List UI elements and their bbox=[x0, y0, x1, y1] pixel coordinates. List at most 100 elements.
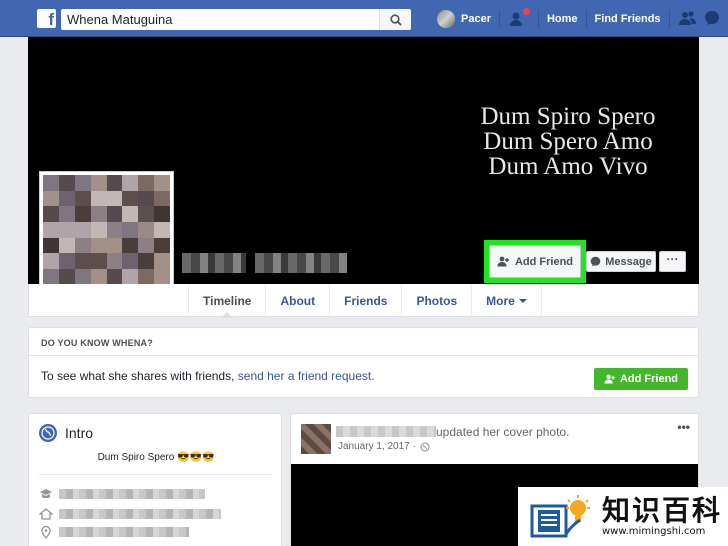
pixel-block bbox=[106, 175, 123, 191]
search-icon bbox=[389, 13, 402, 26]
pixel-block bbox=[58, 253, 75, 269]
tab-about[interactable]: About bbox=[265, 284, 329, 317]
watermark-url: www.mimingshi.com bbox=[602, 526, 706, 537]
tab-friends[interactable]: Friends bbox=[329, 284, 401, 317]
pixel-block bbox=[90, 206, 107, 222]
cover-quote-line: Dum Amo Vivo bbox=[488, 153, 648, 180]
intro-home-pixelated bbox=[59, 509, 221, 519]
intro-bio: Dum Spiro Spero 😎😎😎 bbox=[97, 452, 215, 463]
add-friend-green-button[interactable]: Add Friend bbox=[594, 368, 688, 390]
pixel-block bbox=[43, 190, 59, 207]
nav-right: Pacer Home Find Friends bbox=[437, 0, 726, 37]
intro-title: Intro bbox=[65, 425, 94, 441]
tab-more[interactable]: More bbox=[471, 284, 542, 317]
intro-education-pixelated bbox=[59, 489, 205, 499]
send-friend-request-link[interactable]: send her a friend request. bbox=[238, 369, 375, 383]
pixel-block bbox=[74, 190, 91, 207]
pixel-block bbox=[106, 253, 123, 269]
post-author-avatar[interactable] bbox=[301, 424, 331, 454]
nav-divider bbox=[585, 9, 587, 28]
messenger-icon[interactable] bbox=[704, 10, 726, 28]
find-friends-link[interactable]: Find Friends bbox=[595, 13, 661, 25]
pixel-block bbox=[43, 206, 59, 222]
tab-label: Photos bbox=[416, 293, 458, 308]
globe-icon bbox=[39, 424, 57, 442]
tab-label: About bbox=[280, 293, 316, 308]
tab-label: Timeline bbox=[203, 293, 252, 308]
pixel-block bbox=[154, 190, 170, 207]
tab-label: More bbox=[486, 293, 515, 308]
pixel-block bbox=[138, 237, 155, 254]
cover-quote-line: Dum Spiro Spero bbox=[480, 103, 656, 130]
watermark-brand: 知识百科 bbox=[602, 494, 723, 527]
post-action-text: updated her cover photo. bbox=[436, 425, 570, 439]
pixel-block bbox=[90, 253, 107, 269]
pixel-block bbox=[90, 175, 107, 191]
intro-education-row bbox=[39, 487, 279, 501]
pixel-block bbox=[74, 237, 91, 254]
pixel-block bbox=[138, 253, 155, 269]
pixel-block bbox=[90, 237, 107, 254]
location-pin-icon bbox=[41, 525, 51, 539]
tab-photos[interactable]: Photos bbox=[401, 284, 471, 317]
pixel-block bbox=[138, 190, 155, 207]
profile-name-pixelated bbox=[255, 253, 347, 273]
post-author-name-pixelated bbox=[336, 426, 436, 437]
post-timestamp[interactable]: January 1, 2017 · bbox=[338, 441, 430, 452]
pixel-block bbox=[74, 268, 91, 285]
pixel-block bbox=[106, 206, 123, 222]
nav-divider bbox=[537, 9, 539, 28]
pixel-block bbox=[122, 268, 139, 285]
pixel-block bbox=[106, 268, 123, 285]
pixel-block bbox=[58, 237, 75, 254]
pixel-block bbox=[122, 253, 139, 269]
pixel-block bbox=[43, 268, 59, 285]
pixel-block bbox=[122, 190, 139, 207]
watermark: 知识百科 www.mimingshi.com bbox=[518, 487, 728, 546]
add-friend-icon bbox=[604, 374, 615, 384]
people-icon[interactable] bbox=[678, 10, 700, 28]
pixel-block bbox=[74, 221, 91, 238]
pixel-block bbox=[154, 206, 170, 222]
profile-name-pixelated bbox=[182, 253, 246, 273]
graduation-cap-icon bbox=[40, 489, 52, 499]
pixel-block bbox=[90, 190, 107, 207]
add-friend-green-label: Add Friend bbox=[619, 373, 679, 385]
pixel-block bbox=[154, 221, 170, 238]
home-link[interactable]: Home bbox=[547, 13, 578, 25]
nav-divider bbox=[498, 9, 500, 28]
intro-home-row bbox=[39, 507, 279, 521]
more-options-button[interactable]: ··· bbox=[659, 251, 686, 272]
user-avatar[interactable] bbox=[437, 9, 455, 28]
top-navigation-bar: f Pacer Home Find Friends bbox=[0, 0, 728, 37]
do-you-know-card: DO YOU KNOW WHENA? To see what she share… bbox=[28, 327, 699, 398]
user-name-link[interactable]: Pacer bbox=[461, 13, 491, 25]
tab-timeline[interactable]: Timeline bbox=[188, 284, 265, 318]
pixel-block bbox=[122, 237, 139, 254]
pixel-block bbox=[138, 175, 155, 191]
pixel-block bbox=[138, 268, 155, 285]
friend-requests-icon[interactable] bbox=[508, 7, 530, 28]
pixel-block bbox=[58, 221, 75, 238]
nav-divider bbox=[668, 9, 670, 28]
search-box bbox=[61, 9, 411, 30]
pixel-block bbox=[43, 237, 59, 254]
search-button[interactable] bbox=[379, 9, 411, 30]
house-icon bbox=[39, 508, 53, 520]
post-options-button[interactable]: ••• bbox=[677, 420, 690, 434]
pixel-block bbox=[106, 221, 123, 238]
post-date-text: January 1, 2017 · bbox=[338, 441, 416, 452]
profile-tabs-bar: Timeline About Friends Photos More bbox=[28, 284, 699, 318]
pixel-block bbox=[74, 206, 91, 222]
divider bbox=[39, 474, 272, 475]
intro-location-row bbox=[39, 525, 279, 539]
pixel-block bbox=[43, 175, 59, 191]
add-friend-button[interactable]: Add Friend bbox=[489, 245, 581, 278]
message-button[interactable]: Message bbox=[586, 251, 656, 272]
profile-picture-pixelated bbox=[43, 175, 170, 300]
pixel-block bbox=[122, 206, 139, 222]
search-input[interactable] bbox=[61, 9, 376, 30]
book-lightbulb-logo-icon bbox=[530, 494, 590, 537]
facebook-logo-icon[interactable]: f bbox=[37, 9, 56, 28]
messenger-icon bbox=[590, 256, 601, 267]
